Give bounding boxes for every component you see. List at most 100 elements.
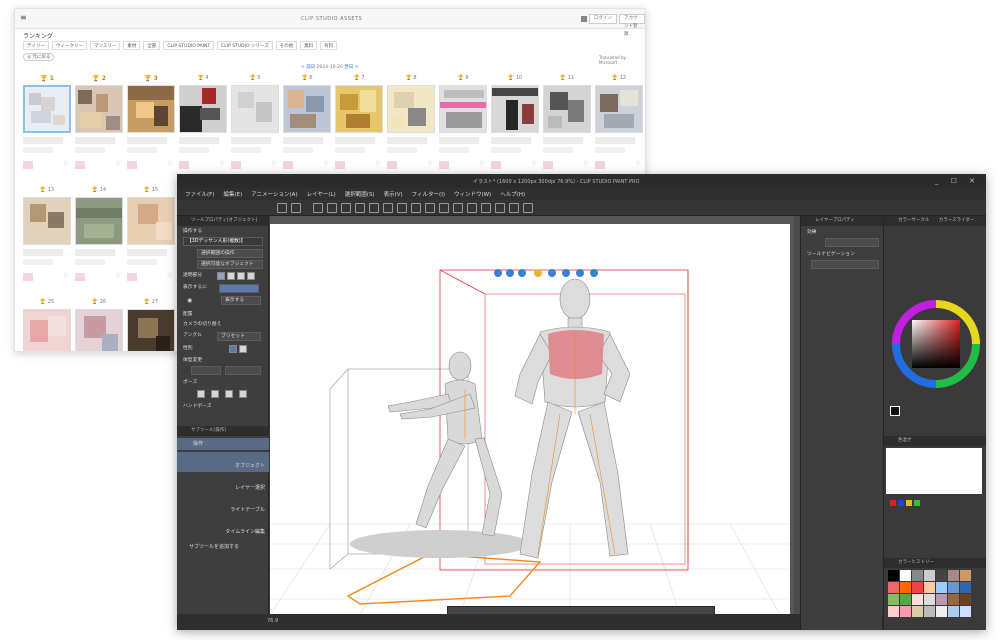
ranking-item[interactable]: 🏆 27	[127, 299, 175, 351]
color-history-grid[interactable]	[888, 570, 984, 628]
color-mix-tab[interactable]: 色混ぜ	[884, 436, 986, 446]
favorite-star-icon[interactable]: ☆	[115, 271, 121, 279]
favorite-star-icon[interactable]: ☆	[167, 159, 173, 167]
window-controls[interactable]: _ ☐ ✕	[935, 177, 980, 185]
favorite-star-icon[interactable]: ☆	[479, 159, 485, 167]
drawing-canvas[interactable]	[269, 224, 790, 616]
favorite-star-icon[interactable]: ☆	[635, 159, 641, 167]
asset-thumbnail[interactable]	[231, 85, 279, 133]
pose-icon[interactable]	[239, 390, 247, 398]
transform-icon[interactable]	[369, 203, 379, 213]
sub-tool-group[interactable]: 操作	[177, 438, 269, 450]
male-icon[interactable]	[229, 345, 237, 353]
3d-scene[interactable]	[269, 224, 790, 616]
ranking-item[interactable]: 🏆 1 ☆	[23, 75, 71, 181]
ranking-item[interactable]: 🏆 2 ☆	[75, 75, 123, 181]
favorite-star-icon[interactable]: ☆	[271, 159, 277, 167]
section-camera[interactable]: カメラの切り替え	[179, 320, 265, 330]
favorite-star-icon[interactable]: ☆	[531, 159, 537, 167]
crop-icon[interactable]	[425, 203, 435, 213]
reset-filter-button[interactable]: ◎ 元に戻る	[23, 53, 55, 61]
palette-red[interactable]	[890, 500, 896, 506]
guide-icon[interactable]	[481, 203, 491, 213]
clear-icon[interactable]	[341, 203, 351, 213]
fill-icon[interactable]	[355, 203, 365, 213]
menu-file[interactable]: ファイル(F)	[185, 190, 214, 198]
menu-filter[interactable]: フィルター(I)	[412, 190, 445, 198]
deselect-icon[interactable]	[383, 203, 393, 213]
undo-icon[interactable]	[313, 203, 323, 213]
edit-pen-icon[interactable]	[523, 203, 533, 213]
color-wheel-tab[interactable]: カラーサークル カラースライダー	[884, 216, 986, 226]
filter-free[interactable]: 無料	[300, 41, 318, 50]
sub-tool-object[interactable]: オブジェクト	[177, 452, 269, 472]
selectable-object-select[interactable]: 選択可能なオブジェクト	[197, 260, 263, 269]
ranking-item[interactable]: 🏆 3 ☆	[127, 75, 175, 181]
transparent-option-icon[interactable]	[247, 272, 255, 280]
pose-icon[interactable]	[211, 390, 219, 398]
asset-thumbnail[interactable]	[23, 85, 71, 133]
transparent-option-icon[interactable]	[217, 272, 225, 280]
asset-thumbnail[interactable]	[179, 85, 227, 133]
filter-other[interactable]: その他	[275, 41, 298, 50]
filter-series[interactable]: CLIP STUDIO シリーズ	[217, 41, 273, 50]
floor-selection[interactable]	[346, 553, 542, 605]
login-button[interactable]: ログイン	[589, 14, 617, 24]
zoom-level[interactable]: 76.9	[267, 618, 278, 624]
ranking-item[interactable]: 🏆 14 ☆	[75, 187, 123, 293]
sub-tool-light-table[interactable]: ライトテーブル	[177, 496, 269, 516]
asset-thumbnail[interactable]	[127, 197, 175, 245]
female-icon[interactable]	[239, 345, 247, 353]
asset-thumbnail[interactable]	[387, 85, 435, 133]
menu-edit[interactable]: 編集(E)	[223, 190, 242, 198]
menu-layer[interactable]: レイヤー(L)	[307, 190, 336, 198]
add-sub-tool-button[interactable]: サブツールを追加する	[177, 540, 269, 554]
preset-select[interactable]: プリセット	[217, 332, 261, 341]
favorite-star-icon[interactable]: ☆	[167, 271, 173, 279]
ranking-item[interactable]: 🏆 10 ☆	[491, 75, 539, 181]
pose-icon[interactable]	[225, 390, 233, 398]
asset-thumbnail[interactable]	[75, 309, 123, 351]
palette-green[interactable]	[914, 500, 920, 506]
asset-thumbnail[interactable]	[595, 85, 643, 133]
redo-icon[interactable]	[327, 203, 337, 213]
sub-tool-layer-select[interactable]: レイヤー選択	[177, 474, 269, 494]
next-day-link[interactable]: 翌日 >	[344, 65, 358, 70]
main-color-swatch[interactable]	[890, 406, 900, 416]
ranking-item[interactable]: 🏆 25	[23, 299, 71, 351]
favorite-star-icon[interactable]: ☆	[63, 159, 69, 167]
hamburger-menu-icon[interactable]: ≡	[20, 14, 28, 22]
favorite-star-icon[interactable]: ☆	[427, 159, 433, 167]
asset-thumbnail[interactable]	[127, 85, 175, 133]
palette-blue[interactable]	[898, 500, 904, 506]
pose-icon[interactable]	[197, 390, 205, 398]
ranking-item[interactable]: 🏆 8 ☆	[387, 75, 435, 181]
ranking-item[interactable]: 🏆 12 ☆	[595, 75, 643, 181]
filter-csp[interactable]: CLIP STUDIO PAINT	[163, 41, 215, 50]
transparent-option-icon[interactable]	[237, 272, 245, 280]
favorite-star-icon[interactable]: ☆	[375, 159, 381, 167]
favorite-star-icon[interactable]: ☆	[583, 159, 589, 167]
new-file-icon[interactable]	[277, 203, 287, 213]
section-pose[interactable]: ポーズ	[179, 378, 265, 388]
grid-icon[interactable]	[467, 203, 477, 213]
display-select[interactable]: 表示する	[221, 296, 261, 305]
ranking-item[interactable]: 🏆 13 ☆	[23, 187, 71, 293]
section-gender[interactable]: 性別	[179, 344, 265, 354]
asset-thumbnail[interactable]	[283, 85, 331, 133]
favorite-star-icon[interactable]: ☆	[63, 271, 69, 279]
eye-icon[interactable]: ◉	[187, 297, 195, 305]
palette-yellow[interactable]	[906, 500, 912, 506]
color-mix-area[interactable]	[886, 448, 982, 494]
filter-material[interactable]: 素材	[123, 41, 141, 50]
filter-monthly[interactable]: マンスリー	[90, 41, 121, 50]
large-mannequin[interactable]	[514, 278, 631, 559]
menu-help[interactable]: ヘルプ(H)	[500, 190, 525, 198]
ranking-item[interactable]: 🏆 26	[75, 299, 123, 351]
sub-tool-timeline[interactable]: タイムライン編集	[177, 518, 269, 538]
previous-day-link[interactable]: < 前日	[301, 65, 315, 70]
layer-property-tab[interactable]: レイヤープロパティ	[801, 216, 883, 226]
asset-thumbnail[interactable]	[23, 309, 71, 351]
favorite-star-icon[interactable]: ☆	[115, 159, 121, 167]
ranking-item[interactable]: 🏆 11 ☆	[543, 75, 591, 181]
